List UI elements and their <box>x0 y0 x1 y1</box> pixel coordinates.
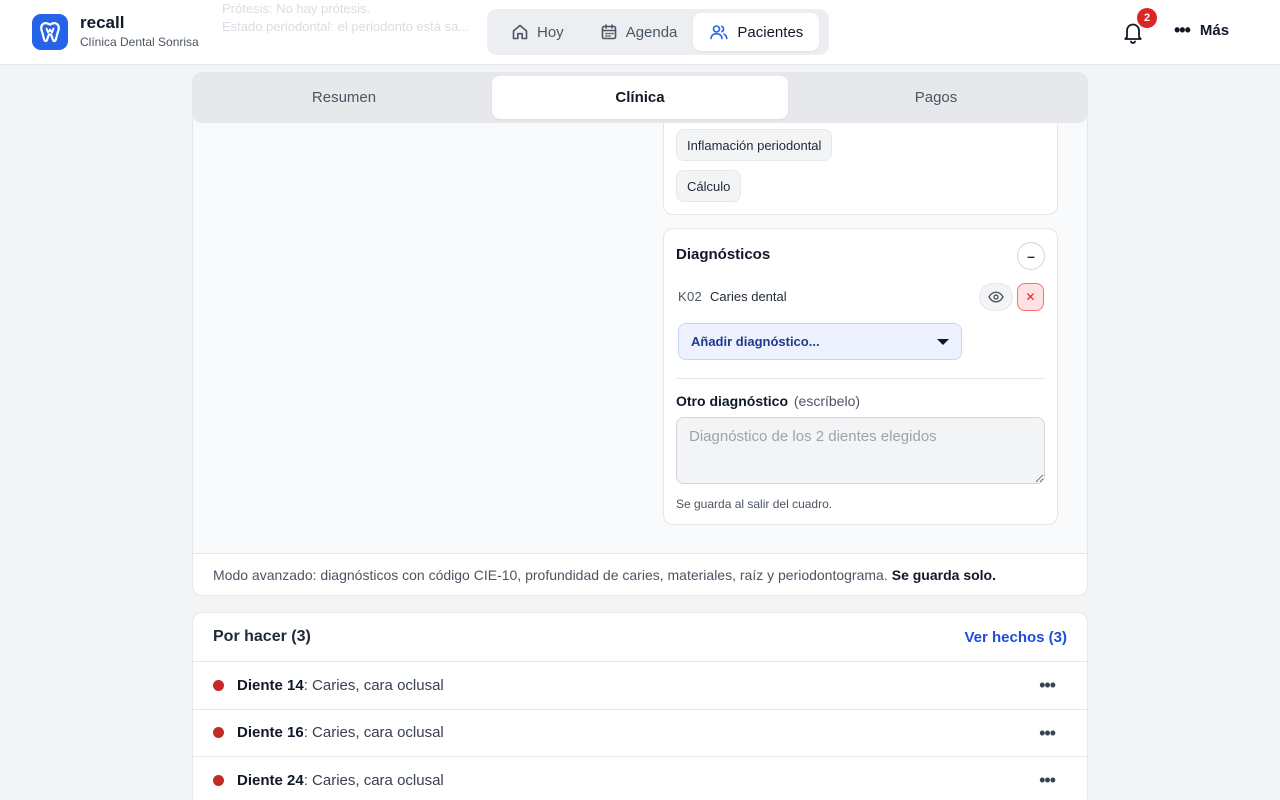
treatment-desc: : Caries, cara oclusal <box>303 724 444 742</box>
brand[interactable]: recall Clínica Dental Sonrisa <box>32 14 199 50</box>
add-diagnosis-select[interactable]: Añadir diagnóstico... <box>678 323 962 360</box>
more-dots-icon: ••• <box>1174 20 1191 40</box>
more-dots-icon[interactable]: ••• <box>1039 770 1056 791</box>
advanced-mode-text: Modo avanzado: diagnósticos con código C… <box>213 566 888 583</box>
tab-clinica[interactable]: Clínica <box>492 76 788 119</box>
chevron-down-icon <box>937 338 949 345</box>
notification-badge: 2 <box>1137 8 1157 28</box>
advanced-mode-footer: Modo avanzado: diagnósticos con código C… <box>193 553 1087 595</box>
todo-header: Por hacer (3) Ver hechos (3) <box>193 613 1087 662</box>
nav-item-agenda[interactable]: Agenda <box>580 13 694 51</box>
background-ghost-text: Estado periodontal: el periodonto está s… <box>222 19 470 34</box>
diagnosis-item: K02 Caries dental <box>678 289 787 304</box>
more-dots-icon[interactable]: ••• <box>1039 723 1056 744</box>
tooth-number: Diente 16 <box>237 724 304 742</box>
status-dot <box>213 679 224 691</box>
nav-item-pacientes[interactable]: Pacientes <box>693 13 820 51</box>
app-name: recall <box>80 13 125 32</box>
calendar-icon <box>601 24 616 40</box>
status-dot <box>213 774 224 786</box>
nav-label: Hoy <box>537 23 564 41</box>
more-menu-button[interactable]: ••• Más <box>1174 20 1229 40</box>
treatment-desc: : Caries, cara oclusal <box>303 676 444 694</box>
view-done-link[interactable]: Ver hechos (3) <box>964 629 1067 646</box>
more-dots-icon[interactable]: ••• <box>1039 675 1056 696</box>
clinic-name: Clínica Dental Sonrisa <box>80 35 199 49</box>
home-icon <box>512 24 528 40</box>
other-diagnosis-title: Otro diagnóstico <box>676 393 788 409</box>
close-icon[interactable]: ✕ <box>1017 283 1044 311</box>
todo-title: Por hacer (3) <box>213 628 311 645</box>
other-diagnosis-field[interactable] <box>676 417 1045 484</box>
more-label: Más <box>1199 21 1230 39</box>
todo-text: Diente 16: Caries, cara oclusal <box>237 724 444 741</box>
background-ghost-text: Prótesis: No hay prótesis. <box>222 1 371 16</box>
nav-label: Agenda <box>625 23 678 41</box>
finding-chip[interactable]: Cálculo <box>676 170 742 202</box>
add-diagnosis-label: Añadir diagnóstico... <box>691 334 820 349</box>
clinical-panel: Inflamación periodontal Cálculo Diagnóst… <box>192 110 1088 596</box>
diagnosis-code: K02 <box>678 289 703 304</box>
todo-text: Diente 14: Caries, cara oclusal <box>237 677 444 694</box>
top-header: Prótesis: No hay prótesis. Estado period… <box>0 0 1280 65</box>
nav-label: Pacientes <box>737 23 804 41</box>
nav-item-hoy[interactable]: Hoy <box>491 13 580 51</box>
todo-text: Diente 24: Caries, cara oclusal <box>237 772 444 789</box>
tooth-number: Diente 24 <box>237 771 304 789</box>
tab-resumen[interactable]: Resumen <box>196 76 492 119</box>
todo-item[interactable]: Diente 24: Caries, cara oclusal ••• <box>193 757 1087 800</box>
patient-subtabs: Resumen Clínica Pagos <box>192 72 1088 123</box>
diagnoses-box: Diagnósticos – K02 Caries dental ✕ Añadi… <box>663 228 1058 525</box>
collapse-button[interactable]: – <box>1017 242 1045 270</box>
tooth-icon <box>32 14 68 50</box>
eye-icon[interactable] <box>979 283 1013 311</box>
todo-item[interactable]: Diente 14: Caries, cara oclusal ••• <box>193 662 1087 710</box>
tooth-number: Diente 14 <box>237 676 304 694</box>
finding-chip[interactable]: Inflamación periodontal <box>676 129 833 161</box>
findings-box: Inflamación periodontal Cálculo <box>663 111 1058 215</box>
treatment-desc: : Caries, cara oclusal <box>303 771 444 789</box>
main-nav: Hoy Agenda Pacientes <box>487 9 829 55</box>
divider <box>676 378 1045 379</box>
status-dot <box>213 727 224 739</box>
todo-card: Por hacer (3) Ver hechos (3) Diente 14: … <box>192 612 1088 800</box>
save-note: Se guarda al salir del cuadro. <box>676 497 833 511</box>
tab-pagos[interactable]: Pagos <box>788 76 1084 119</box>
diagnoses-title: Diagnósticos <box>676 246 771 263</box>
diagnosis-name: Caries dental <box>710 289 787 304</box>
advanced-mode-bold: Se guarda solo. <box>891 566 996 583</box>
other-diagnosis-hint: (escríbelo) <box>793 393 861 409</box>
users-icon <box>710 25 728 40</box>
other-diagnosis-label: Otro diagnóstico (escríbelo) <box>676 393 860 409</box>
todo-item[interactable]: Diente 16: Caries, cara oclusal ••• <box>193 710 1087 757</box>
